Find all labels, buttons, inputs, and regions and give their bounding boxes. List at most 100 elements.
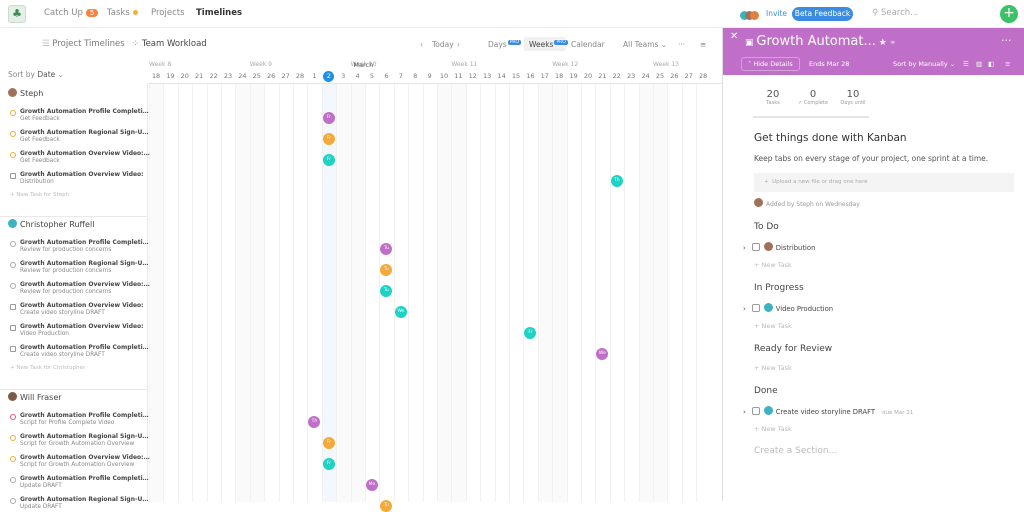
label: New Task for Christopher: [16, 365, 86, 371]
more-button[interactable]: ···: [678, 40, 685, 49]
expand-icon[interactable]: ›: [743, 305, 746, 313]
task-date-pill[interactable]: Fr: [322, 458, 335, 470]
task-date-pill[interactable]: Fr: [322, 154, 335, 166]
new-task-link[interactable]: + New Task: [754, 261, 792, 269]
task-date-pill[interactable]: Fr: [322, 437, 335, 449]
task-checkbox[interactable]: [10, 456, 16, 462]
day-column: [149, 84, 164, 502]
more-icon[interactable]: ···: [1001, 34, 1012, 47]
new-task-link[interactable]: + New Task: [754, 425, 792, 433]
person-header[interactable]: Steph: [8, 88, 43, 98]
new-task-link[interactable]: + New Task for Steph: [10, 192, 69, 198]
weeks-button[interactable]: Weeks PRO: [529, 40, 568, 49]
task-date-pill[interactable]: We: [394, 306, 407, 318]
app-logo[interactable]: ♣: [8, 5, 26, 23]
person-header[interactable]: Christopher Ruffell: [8, 219, 94, 229]
kanban-task[interactable]: › Distribution: [743, 242, 815, 252]
task-checkbox[interactable]: [10, 346, 16, 352]
task-checkbox[interactable]: [10, 304, 16, 310]
task-title: Growth Automation Regional Sign-Up ...: [20, 433, 150, 440]
sort-dropdown[interactable]: Sort by Manually ⌄: [893, 60, 955, 68]
task-checkbox[interactable]: [751, 407, 760, 415]
panel-title[interactable]: ▣ Growth Automat... ★ ⚭: [745, 34, 896, 49]
upload-dropzone[interactable]: + Upload a new file or drag one here: [754, 173, 1014, 192]
workload-icon: ⁘: [132, 39, 142, 49]
task-date-pill[interactable]: Fr: [322, 112, 335, 124]
task-date-pill[interactable]: Tu: [380, 500, 393, 512]
task-date-pill[interactable]: Fr: [322, 133, 335, 145]
task-checkbox[interactable]: [10, 131, 16, 137]
nav-projects[interactable]: Projects: [151, 8, 185, 18]
task-subtitle: Review for production concerns: [20, 289, 112, 295]
month-label: March: [353, 61, 374, 69]
link-icon[interactable]: ⚭: [887, 38, 896, 47]
expand-icon[interactable]: ›: [743, 244, 746, 252]
search-input[interactable]: ⚲ Search...: [872, 8, 918, 18]
task-checkbox[interactable]: [751, 304, 760, 312]
invite-link[interactable]: Invite: [766, 9, 787, 18]
filter-icon[interactable]: ≡: [700, 40, 706, 49]
expand-icon[interactable]: ›: [743, 408, 746, 416]
task-checkbox[interactable]: [10, 283, 16, 289]
day-label: 14: [497, 72, 506, 80]
nav-timelines[interactable]: Timelines: [196, 8, 242, 18]
filter-icon[interactable]: ≡: [1005, 60, 1010, 68]
kanban-task[interactable]: › Create video storyline DRAFT due Mar 21: [743, 406, 913, 416]
day-column: [393, 84, 408, 502]
new-task-link[interactable]: + New Task: [754, 364, 792, 372]
task-checkbox[interactable]: [10, 498, 16, 504]
team-avatars[interactable]: [740, 9, 762, 22]
panel-header: ✕ ▣ Growth Automat... ★ ⚭ ··· ˄ Hide Det…: [723, 28, 1024, 75]
kanban-task[interactable]: › Video Production: [743, 303, 833, 313]
day-column: [523, 84, 537, 502]
calendar-button[interactable]: Calendar: [571, 40, 605, 49]
task-title: Growth Automation Profile Completion...: [20, 475, 150, 482]
label: Hide Details: [753, 60, 793, 68]
kanban-description: Keep tabs on every stage of your project…: [754, 154, 989, 163]
nav-tasks[interactable]: Tasks: [107, 8, 138, 18]
label: All Teams: [623, 40, 659, 49]
task-checkbox[interactable]: [10, 173, 16, 179]
tab-team-workload[interactable]: ⁘ Team Workload: [132, 39, 207, 49]
sort-dropdown[interactable]: Sort by Date ⌄: [8, 70, 64, 79]
new-task-link[interactable]: + New Task for Christopher: [10, 365, 85, 371]
star-icon[interactable]: ★: [876, 38, 887, 48]
task-title: Growth Automation Profile Completion...: [20, 344, 150, 351]
beta-feedback-button[interactable]: Beta Feedback: [792, 7, 853, 21]
task-checkbox[interactable]: [10, 325, 16, 331]
next-button[interactable]: ›: [457, 40, 460, 49]
today-button[interactable]: Today: [432, 40, 454, 49]
section-title[interactable]: In Progress: [754, 283, 804, 293]
task-date-pill[interactable]: Th: [610, 175, 623, 187]
task-checkbox[interactable]: [10, 241, 16, 247]
days-button[interactable]: Days PRO: [488, 40, 522, 49]
task-date-pill[interactable]: Mo: [366, 479, 378, 491]
hide-details-button[interactable]: ˄ Hide Details: [741, 57, 800, 71]
day-label: 26: [670, 72, 679, 80]
task-checkbox[interactable]: [10, 435, 16, 441]
nav-catch-up[interactable]: Catch Up 5: [44, 8, 99, 18]
task-checkbox[interactable]: [10, 262, 16, 268]
tab-project-timelines[interactable]: ☰ Project Timelines: [42, 39, 125, 49]
section-title[interactable]: Done: [754, 386, 778, 396]
task-checkbox[interactable]: [751, 243, 760, 251]
prev-button[interactable]: ‹: [420, 40, 423, 49]
task-subtitle: Video Production: [20, 331, 69, 337]
create-section-input[interactable]: Create a Section...: [754, 446, 837, 456]
list-view-icon[interactable]: ☰: [963, 60, 969, 68]
board-view-icon[interactable]: ▥: [976, 60, 982, 68]
task-checkbox[interactable]: [10, 110, 16, 116]
new-task-link[interactable]: + New Task: [754, 322, 792, 330]
task-checkbox[interactable]: [10, 477, 16, 483]
task-checkbox[interactable]: [10, 152, 16, 158]
task-checkbox[interactable]: [10, 414, 16, 420]
add-button[interactable]: +: [1000, 5, 1018, 23]
teams-dropdown[interactable]: All Teams ⌄: [623, 40, 667, 49]
section-title[interactable]: To Do: [754, 222, 779, 232]
person-header[interactable]: Will Fraser: [8, 392, 62, 402]
task-title: Growth Automation Regional Sign-Up ...: [20, 260, 150, 267]
close-icon[interactable]: ✕: [730, 31, 738, 42]
sidebar-view-icon[interactable]: ◧: [988, 60, 994, 68]
day-label: 27: [281, 72, 290, 80]
section-title[interactable]: Ready for Review: [754, 344, 832, 354]
